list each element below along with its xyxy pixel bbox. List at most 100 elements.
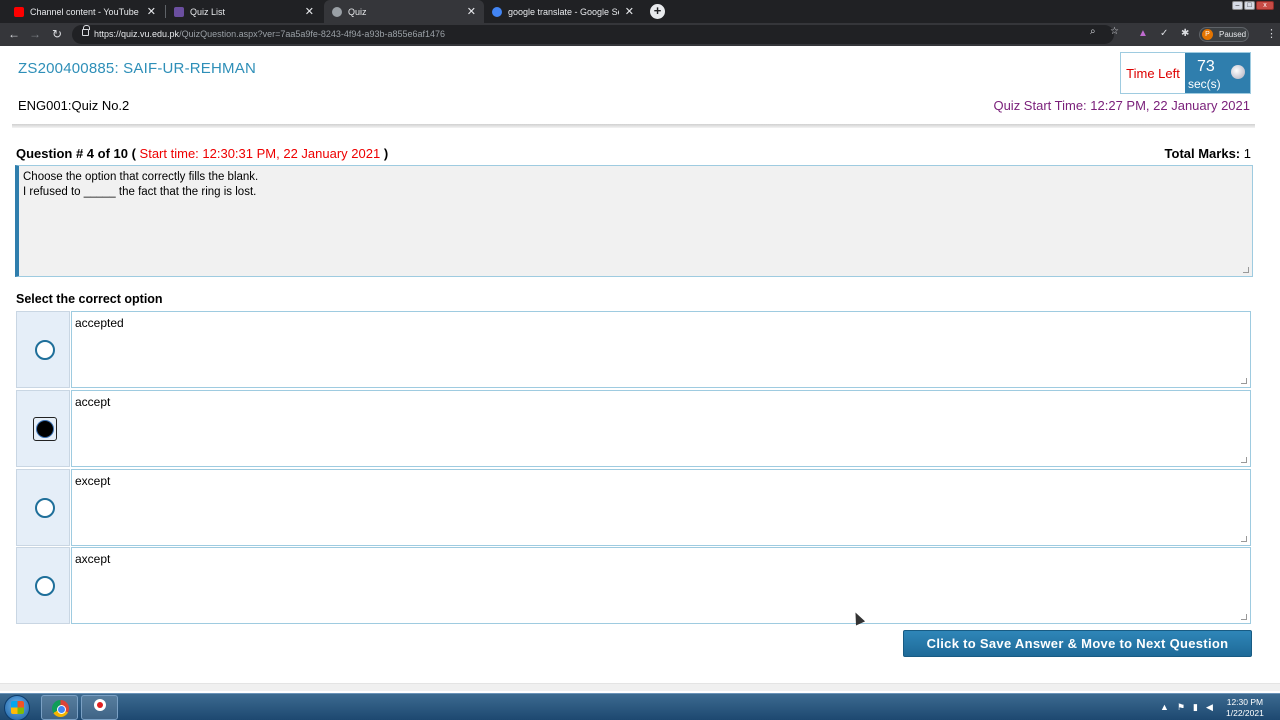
extension-triangle-icon[interactable]: ▲	[1138, 28, 1148, 39]
avatar: P	[1202, 29, 1213, 40]
option-text-box: accept	[71, 390, 1251, 467]
option-radio-axcept[interactable]	[35, 576, 55, 596]
question-header-close: )	[383, 146, 389, 161]
taskbar-chrome[interactable]	[41, 695, 78, 720]
vu-icon	[174, 6, 184, 17]
question-text-box: Choose the option that correctly fills t…	[15, 165, 1253, 277]
maximize-icon[interactable]: □	[1244, 1, 1255, 10]
option-radio-cell[interactable]	[16, 390, 70, 467]
close-icon[interactable]: ✕	[625, 5, 634, 18]
close-icon[interactable]: ✕	[467, 5, 476, 18]
browser-tab-strip: Channel content - YouTube Studi ✕ Quiz L…	[0, 0, 1280, 23]
record-icon	[94, 699, 106, 711]
youtube-icon	[14, 6, 24, 17]
option-radio-cell[interactable]	[16, 547, 70, 624]
select-option-label: Select the correct option	[16, 292, 163, 306]
horizontal-scrollbar[interactable]	[0, 683, 1280, 691]
address-bar[interactable]: https://quiz.vu.edu.pk/QuizQuestion.aspx…	[72, 25, 1119, 44]
total-marks: Total Marks: 1	[1165, 146, 1251, 161]
time-left-value-box: 73 sec(s)	[1185, 53, 1250, 93]
extension-check-icon[interactable]: ✓	[1160, 28, 1168, 39]
option-radio-cell[interactable]	[16, 311, 70, 388]
tab-title: Quiz	[348, 6, 367, 17]
lock-icon	[82, 25, 90, 36]
tab-title: Quiz List	[190, 6, 226, 17]
start-button[interactable]	[4, 695, 30, 720]
tab-quiz-list[interactable]: Quiz List ✕	[166, 0, 322, 23]
reload-icon[interactable]: ↻	[49, 26, 65, 42]
resize-handle-icon[interactable]	[1241, 457, 1247, 463]
bookmark-star-icon[interactable]: ☆	[1110, 26, 1119, 37]
network-icon[interactable]: ▮	[1193, 702, 1198, 713]
question-header: Question # 4 of 10 ( Start time: 12:30:3…	[16, 146, 388, 161]
close-icon[interactable]: ✕	[305, 5, 314, 18]
resize-handle-icon[interactable]	[1241, 536, 1247, 542]
tab-youtube-studio[interactable]: Channel content - YouTube Studi ✕	[6, 0, 164, 23]
window-controls: – □ x	[1232, 1, 1274, 10]
google-icon	[492, 6, 502, 17]
option-radio-accepted[interactable]	[35, 340, 55, 360]
question-sentence: I refused to _____ the fact that the rin…	[23, 186, 257, 198]
option-row: except	[16, 469, 1251, 547]
timer-spinner-icon	[1231, 65, 1245, 79]
taskbar-recorder[interactable]	[81, 695, 118, 720]
time-left-label: Time Left	[1121, 53, 1185, 93]
clock-time: 12:30 PM	[1226, 697, 1264, 707]
option-radio-accept[interactable]	[33, 417, 57, 441]
option-text: except	[75, 474, 111, 488]
new-tab-button[interactable]: +	[650, 4, 665, 19]
window-close-icon[interactable]: x	[1256, 1, 1274, 10]
option-text: axcept	[75, 552, 111, 566]
option-text: accept	[75, 395, 111, 409]
option-radio-except[interactable]	[35, 498, 55, 518]
student-name: ZS200400885: SAIF-UR-REHMAN	[18, 60, 256, 77]
extensions-puzzle-icon[interactable]: ✱	[1181, 28, 1189, 39]
globe-icon	[332, 6, 342, 17]
option-text-box: axcept	[71, 547, 1251, 624]
time-left-seconds: 73	[1197, 58, 1215, 75]
course-title: ENG001:Quiz No.2	[18, 98, 130, 113]
tab-quiz[interactable]: Quiz ✕	[324, 0, 484, 23]
resize-handle-icon[interactable]	[1243, 267, 1249, 273]
option-text: accepted	[75, 316, 124, 330]
profile-button[interactable]: P Paused	[1199, 27, 1249, 42]
forward-arrow-icon[interactable]: →	[27, 26, 43, 42]
menu-dots-icon[interactable]: ⋮	[1266, 27, 1277, 40]
total-marks-value: 1	[1243, 146, 1251, 161]
tab-title: google translate - Google Search	[508, 6, 619, 17]
tab-title: Channel content - YouTube Studi	[30, 6, 141, 17]
question-number: Question # 4 of 10 (	[16, 146, 136, 161]
quiz-start-time: Quiz Start Time: 12:27 PM, 22 January 20…	[993, 98, 1250, 113]
question-start-time: Start time: 12:30:31 PM, 22 January 2021	[139, 146, 381, 161]
taskbar-clock[interactable]: 12:30 PM 1/22/2021	[1226, 697, 1264, 719]
option-text-box: accepted	[71, 311, 1251, 388]
system-tray: ▲ ⚑ ▮ ◀	[1160, 702, 1213, 713]
option-text-box: except	[71, 469, 1251, 546]
windows-taskbar: ▲ ⚑ ▮ ◀ 12:30 PM 1/22/2021	[0, 693, 1280, 720]
tray-arrow-icon[interactable]: ▲	[1160, 702, 1169, 713]
option-row: axcept	[16, 547, 1251, 625]
flag-icon[interactable]: ⚑	[1177, 702, 1185, 713]
save-next-button[interactable]: Click to Save Answer & Move to Next Ques…	[903, 630, 1252, 657]
option-row: accepted	[16, 311, 1251, 389]
chrome-icon	[52, 700, 69, 717]
clock-date: 1/22/2021	[1226, 708, 1264, 718]
time-left-panel: Time Left 73 sec(s)	[1120, 52, 1251, 94]
minimize-icon[interactable]: –	[1232, 1, 1243, 10]
profile-status: Paused	[1219, 30, 1247, 39]
header-divider	[12, 124, 1255, 128]
option-row: accept	[16, 390, 1251, 468]
windows-logo-icon	[11, 701, 24, 714]
back-arrow-icon[interactable]: ←	[6, 26, 22, 42]
resize-handle-icon[interactable]	[1241, 614, 1247, 620]
browser-toolbar: ← → ↻ https://quiz.vu.edu.pk/QuizQuestio…	[0, 23, 1280, 46]
url-text: https://quiz.vu.edu.pk/QuizQuestion.aspx…	[94, 29, 446, 39]
close-icon[interactable]: ✕	[147, 5, 156, 18]
resize-handle-icon[interactable]	[1241, 378, 1247, 384]
volume-icon[interactable]: ◀	[1206, 702, 1213, 713]
tab-google-translate[interactable]: google translate - Google Search ✕	[484, 0, 642, 23]
zoom-icon[interactable]: ⌕	[1090, 26, 1096, 37]
question-instruction: Choose the option that correctly fills t…	[23, 171, 259, 183]
total-marks-label: Total Marks:	[1164, 146, 1241, 161]
option-radio-cell[interactable]	[16, 469, 70, 546]
